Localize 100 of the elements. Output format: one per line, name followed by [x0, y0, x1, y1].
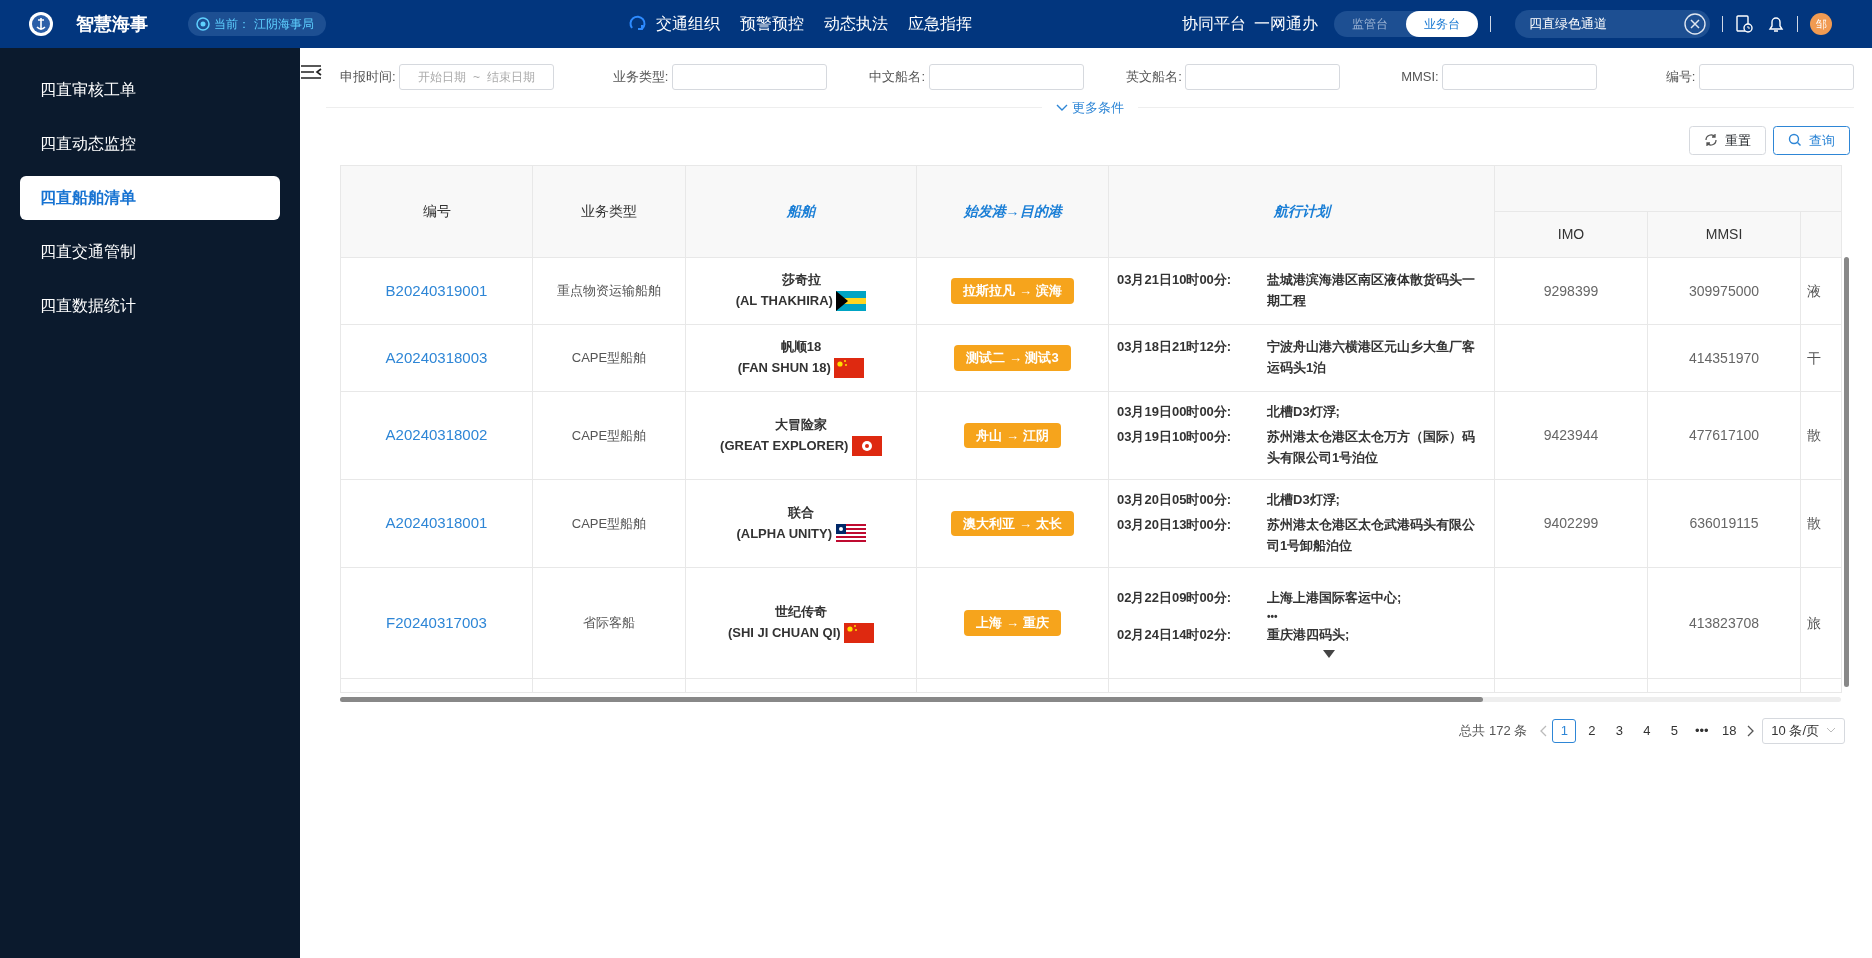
- nav-link[interactable]: 交通组织: [656, 12, 720, 36]
- route-tag: 拉斯拉凡 → 滨海: [951, 278, 1074, 304]
- page-button[interactable]: 3: [1607, 718, 1632, 743]
- table-cell: 省际客船: [532, 567, 686, 679]
- nav-link[interactable]: 预警预控: [740, 12, 804, 36]
- page-button[interactable]: 2: [1579, 718, 1604, 743]
- table-cell: CAPE型船舶: [532, 391, 686, 480]
- flag-icon: [834, 358, 865, 379]
- ship-english-name: (ALPHA UNITY): [736, 524, 833, 543]
- table-cell: 9298399: [1543, 282, 1599, 299]
- page-button[interactable]: 4: [1634, 718, 1659, 743]
- plan-place: 北槽D3灯浮;: [1267, 403, 1341, 422]
- scrollbar[interactable]: [340, 697, 1841, 702]
- page-button[interactable]: •••: [1689, 718, 1714, 743]
- ship-name: 莎奇拉: [780, 271, 822, 290]
- scrollbar[interactable]: [1844, 257, 1849, 687]
- mode-tab[interactable]: 监管台: [1334, 11, 1406, 37]
- ship-english-name: (GREAT EXPLORER): [720, 436, 849, 455]
- column-header: IMO: [1494, 211, 1648, 258]
- record-id-link[interactable]: A20240318001: [385, 514, 488, 532]
- ship-english-name: (SHI JI CHUAN QI): [727, 624, 841, 642]
- plan-place: 盐城港滨海港区南区液体散货码头一期工程: [1267, 271, 1476, 310]
- plan-time: 03月20日05时00分:: [1117, 491, 1233, 510]
- column-header: 船舶: [685, 165, 917, 258]
- more-filters-link[interactable]: 更多条件: [1042, 98, 1138, 118]
- table-cell: 309975000: [1688, 282, 1760, 299]
- nav-link[interactable]: 动态执法: [824, 12, 888, 36]
- search-button[interactable]: 查询: [1773, 125, 1850, 155]
- column-header: 编号: [340, 165, 533, 258]
- flag-icon: [836, 291, 867, 312]
- end-date-placeholder: 结束日期: [487, 69, 536, 86]
- table-cell: 重点物资运输船舶: [532, 257, 686, 325]
- plan-time: 03月19日10时00分:: [1117, 428, 1233, 447]
- text-field[interactable]: [1699, 64, 1854, 90]
- table-cell: 413823708: [1688, 614, 1760, 631]
- record-id-link[interactable]: F20240317003: [386, 613, 487, 631]
- expand-arrow-icon[interactable]: [1323, 649, 1335, 658]
- route-tag: 测试二 → 测试3: [954, 345, 1071, 371]
- route-tag: 上海 → 重庆: [964, 610, 1061, 636]
- page-button[interactable]: 5: [1662, 718, 1687, 743]
- field-label: 中文船名:: [869, 68, 926, 87]
- text-field[interactable]: [1442, 64, 1598, 90]
- collapse-menu-icon: [300, 64, 322, 80]
- flag-icon: [851, 435, 882, 456]
- mode-tab[interactable]: 业务台: [1406, 11, 1478, 37]
- more-filters-text: 更多条件: [1071, 99, 1124, 117]
- chevron-down-icon: [1056, 103, 1069, 112]
- table-cell: CAPE型船舶: [532, 324, 686, 392]
- table-cell: 散: [1807, 427, 1821, 443]
- start-date-placeholder: 开始日期: [418, 69, 467, 86]
- sidebar-item[interactable]: 四直船舶清单: [20, 176, 280, 220]
- field-label: 编号:: [1665, 68, 1696, 87]
- target-icon: [196, 17, 210, 31]
- column-header: 始发港→目的港: [916, 165, 1109, 258]
- reset-button[interactable]: 重置: [1689, 125, 1766, 155]
- table-cell: 干: [1807, 349, 1821, 366]
- search-field[interactable]: 四直绿色通道: [1515, 10, 1710, 38]
- page-button[interactable]: 18: [1717, 718, 1742, 743]
- plan-place: 上海上港国际客运中心;: [1267, 589, 1403, 608]
- plan-time: 02月22日09时00分:: [1117, 589, 1233, 608]
- nav-link[interactable]: 应急指挥: [908, 12, 972, 36]
- table-cell: 液: [1807, 282, 1821, 299]
- plan-place: 北槽D3灯浮;: [1267, 491, 1341, 510]
- sidebar-item[interactable]: 四直动态监控: [20, 122, 280, 166]
- text-field[interactable]: [1185, 64, 1341, 90]
- route-tag: 舟山 → 江阴: [964, 422, 1061, 449]
- field-label: 英文船名:: [1126, 68, 1182, 87]
- sidebar-item[interactable]: 四直交通管制: [20, 230, 280, 274]
- refresh-icon: [628, 15, 646, 33]
- location-badge[interactable]: 当前： 江阴海事局: [188, 12, 326, 36]
- page-button[interactable]: 1: [1552, 718, 1577, 743]
- flag-icon: [835, 523, 866, 544]
- nav-link[interactable]: 一网通办: [1254, 12, 1318, 36]
- table-cell: 9423944: [1543, 427, 1599, 443]
- plan-place: 宁波舟山港六横港区元山乡大鱼厂客运码头1泊: [1267, 338, 1476, 377]
- ship-name: 帆顺18: [779, 338, 823, 357]
- range-separator: ~: [473, 69, 481, 86]
- record-id-link[interactable]: A20240318003: [385, 348, 488, 366]
- plan-place: 苏州港太仓港区太仓武港码头有限公司1号卸船泊位: [1267, 516, 1476, 555]
- field-label: 申报时间:: [340, 68, 396, 87]
- text-field[interactable]: [671, 64, 827, 90]
- route-tag: 澳大利亚 → 太长: [951, 510, 1074, 537]
- chevron-down-icon: [1826, 727, 1836, 735]
- nav-link[interactable]: 协同平台: [1182, 12, 1246, 36]
- record-id-link[interactable]: B20240319001: [385, 281, 488, 299]
- table-cell: 477617100: [1688, 427, 1760, 443]
- page-size-select[interactable]: 10 条/页: [1762, 718, 1845, 744]
- text-field[interactable]: [928, 64, 1084, 90]
- record-id-link[interactable]: A20240318002: [385, 426, 488, 444]
- table-cell: CAPE型船舶: [532, 479, 686, 568]
- clear-icon: [1684, 13, 1706, 35]
- ship-name: 世纪传奇: [774, 603, 828, 622]
- sidebar-item[interactable]: 四直数据统计: [20, 284, 280, 328]
- sidebar-item[interactable]: 四直审核工单: [20, 68, 280, 112]
- logo-text: 智慧海事: [76, 12, 148, 36]
- table-cell: 9402299: [1543, 515, 1599, 531]
- chevron-left-icon: [1538, 724, 1549, 737]
- ship-english-name: (FAN SHUN 18): [737, 359, 831, 377]
- column-header: 航行计划: [1108, 165, 1495, 258]
- plan-time: 02月24日14时02分:: [1117, 626, 1233, 644]
